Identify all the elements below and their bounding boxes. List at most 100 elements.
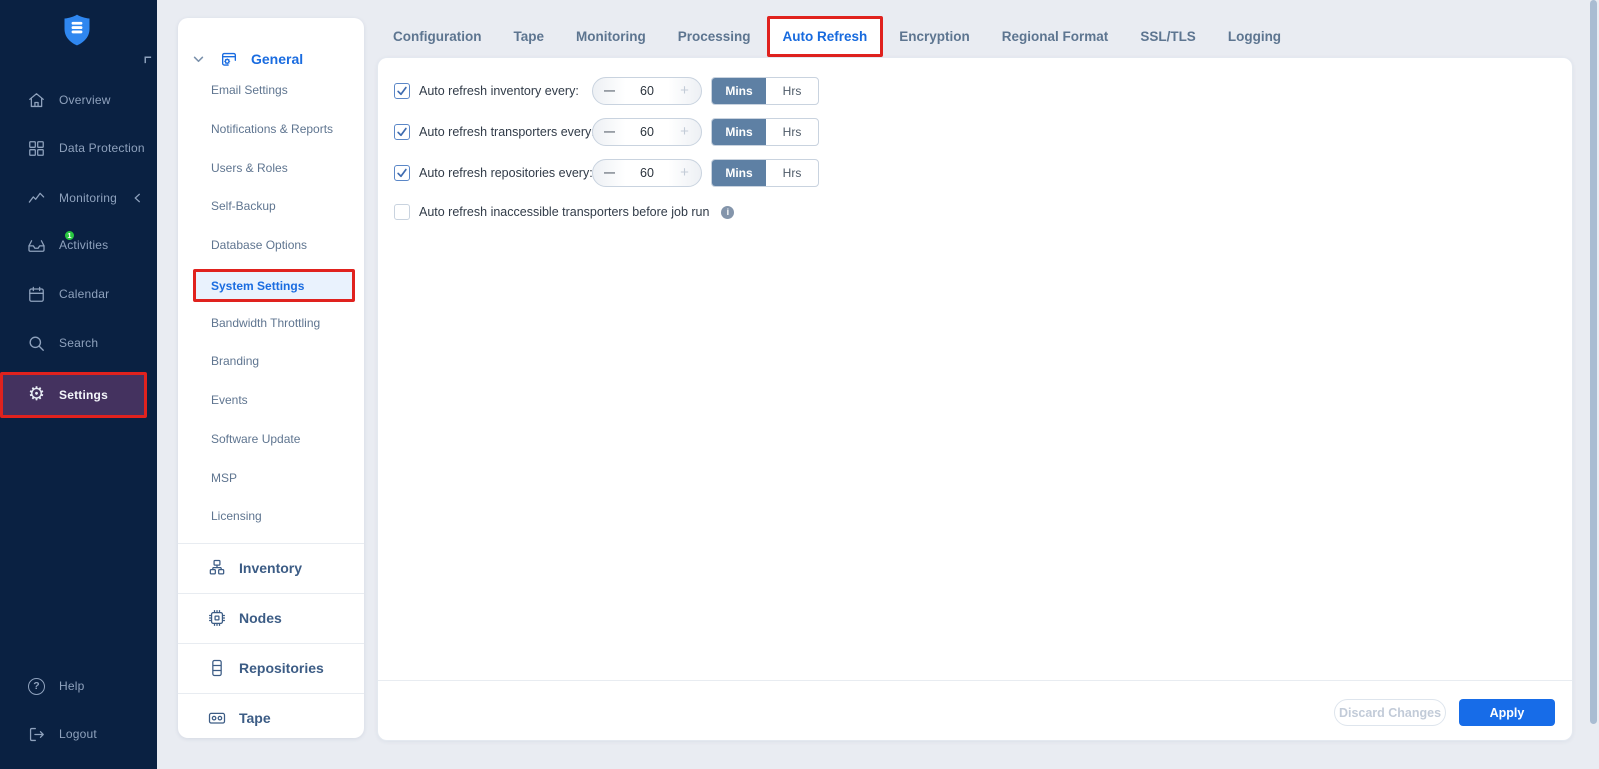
general-settings-icon	[219, 50, 239, 69]
tab-configuration[interactable]: Configuration	[377, 16, 497, 57]
sidebar-item-label: Calendar	[59, 287, 109, 301]
mins-option[interactable]: Mins	[712, 78, 766, 104]
help-icon: ?	[27, 677, 46, 696]
sidebar-item-label: Overview	[59, 93, 111, 107]
sidebar-item-label: Data Protection	[59, 141, 145, 155]
app-root: Overview Data Protection Monitoring	[0, 0, 1599, 769]
transporters-interval-stepper: — +	[592, 118, 702, 146]
nav-section-tape[interactable]: Tape	[207, 700, 271, 736]
inbox-icon: 1	[27, 236, 46, 255]
nav-section-inventory[interactable]: Inventory	[207, 550, 302, 586]
decrement-button[interactable]: —	[593, 78, 626, 104]
cpu-chip-icon	[207, 608, 227, 628]
apply-button[interactable]: Apply	[1459, 699, 1555, 726]
discard-changes-button[interactable]: Discard Changes	[1334, 699, 1446, 726]
increment-button[interactable]: +	[668, 78, 701, 104]
auto-refresh-repositories-row: Auto refresh repositories every: — + Min…	[394, 159, 1552, 187]
settings-tabbar: Configuration Tape Monitoring Processing…	[377, 16, 1297, 57]
auto-refresh-rows: Auto refresh inventory every: — + Mins H…	[394, 77, 1552, 224]
info-icon[interactable]: i	[721, 206, 734, 219]
inventory-interval-stepper: — +	[592, 77, 702, 105]
sidebar-item-settings[interactable]: ⚙ Settings	[0, 372, 147, 418]
grid-icon	[27, 139, 46, 158]
nav-section-nodes[interactable]: Nodes	[207, 600, 282, 636]
inventory-refresh-checkbox[interactable]	[394, 83, 410, 99]
increment-button[interactable]: +	[668, 119, 701, 145]
footer-divider	[378, 680, 1572, 681]
nav-item-events[interactable]: Events	[211, 385, 248, 415]
logout-icon	[27, 725, 46, 744]
nav-section-label: General	[251, 51, 303, 67]
sidebar-collapse-icon[interactable]	[143, 55, 152, 64]
inventory-unit-toggle: Mins Hrs	[711, 77, 819, 105]
nav-section-label: Nodes	[239, 610, 282, 626]
tab-auto-refresh[interactable]: Auto Refresh	[767, 16, 884, 57]
home-icon	[27, 91, 46, 110]
sidebar-item-overview[interactable]: Overview	[0, 76, 157, 124]
hrs-option[interactable]: Hrs	[766, 78, 818, 104]
sidebar-item-logout[interactable]: Logout	[0, 720, 157, 748]
auto-refresh-panel: Auto refresh inventory every: — + Mins H…	[377, 57, 1573, 741]
nav-section-label: Inventory	[239, 560, 302, 576]
storage-stack-icon	[207, 658, 227, 678]
nav-item-bandwidth-throttling[interactable]: Bandwidth Throttling	[211, 308, 320, 338]
divider	[178, 593, 364, 594]
transporters-refresh-checkbox[interactable]	[394, 124, 410, 140]
tab-regional-format[interactable]: Regional Format	[986, 16, 1125, 57]
chevron-down-icon	[193, 56, 204, 63]
sidebar-item-activities[interactable]: 1 Activities	[0, 221, 157, 269]
app-logo-shield-icon	[62, 13, 92, 47]
nav-item-notifications-reports[interactable]: Notifications & Reports	[211, 114, 333, 144]
sidebar-item-help[interactable]: ? Help	[0, 672, 157, 700]
inaccessible-transporters-checkbox[interactable]	[394, 204, 410, 220]
sidebar-item-search[interactable]: Search	[0, 319, 157, 367]
sidebar-item-label: Settings	[59, 388, 108, 402]
nav-item-email-settings[interactable]: Email Settings	[211, 75, 288, 105]
transporters-interval-input[interactable]	[626, 125, 668, 139]
sidebar-item-data-protection[interactable]: Data Protection	[0, 124, 157, 172]
repositories-interval-stepper: — +	[592, 159, 702, 187]
nav-section-general[interactable]: General	[193, 46, 303, 72]
hrs-option[interactable]: Hrs	[766, 119, 818, 145]
row-label: Auto refresh inaccessible transporters b…	[419, 205, 709, 219]
nav-item-software-update[interactable]: Software Update	[211, 424, 300, 454]
hrs-option[interactable]: Hrs	[766, 160, 818, 186]
tab-monitoring[interactable]: Monitoring	[560, 16, 662, 57]
repositories-refresh-checkbox[interactable]	[394, 165, 410, 181]
settings-nav-panel: General Email Settings Notifications & R…	[178, 18, 364, 738]
nav-item-self-backup[interactable]: Self-Backup	[211, 191, 276, 221]
nav-item-system-settings[interactable]: System Settings	[193, 269, 355, 302]
tab-logging[interactable]: Logging	[1212, 16, 1297, 57]
tab-ssl-tls[interactable]: SSL/TLS	[1124, 16, 1212, 57]
activities-badge: 1	[63, 229, 76, 242]
row-label: Auto refresh inventory every:	[419, 84, 579, 98]
inaccessible-transporters-row: Auto refresh inaccessible transporters b…	[394, 200, 1552, 224]
decrement-button[interactable]: —	[593, 119, 626, 145]
mins-option[interactable]: Mins	[712, 160, 766, 186]
nav-item-database-options[interactable]: Database Options	[211, 230, 307, 260]
sidebar-item-label: Search	[59, 336, 98, 350]
nav-item-branding[interactable]: Branding	[211, 346, 259, 376]
search-icon	[27, 334, 46, 353]
pulse-chart-icon	[27, 189, 46, 208]
nav-item-users-roles[interactable]: Users & Roles	[211, 153, 288, 183]
repositories-interval-input[interactable]	[626, 166, 668, 180]
tab-encryption[interactable]: Encryption	[883, 16, 986, 57]
transporters-unit-toggle: Mins Hrs	[711, 118, 819, 146]
sidebar-item-calendar[interactable]: Calendar	[0, 270, 157, 318]
increment-button[interactable]: +	[668, 160, 701, 186]
inventory-interval-input[interactable]	[626, 84, 668, 98]
tab-processing[interactable]: Processing	[662, 16, 767, 57]
auto-refresh-transporters-row: Auto refresh transporters every: — + Min…	[394, 118, 1552, 146]
sidebar-item-label: Help	[59, 679, 84, 693]
decrement-button[interactable]: —	[593, 160, 626, 186]
tab-tape[interactable]: Tape	[497, 16, 560, 57]
nav-section-repositories[interactable]: Repositories	[207, 650, 324, 686]
gear-icon: ⚙	[27, 386, 46, 405]
vertical-scrollbar[interactable]	[1590, 0, 1597, 724]
chevron-left-icon[interactable]	[133, 192, 142, 204]
sidebar-item-monitoring[interactable]: Monitoring	[0, 174, 157, 222]
mins-option[interactable]: Mins	[712, 119, 766, 145]
nav-item-licensing[interactable]: Licensing	[211, 501, 262, 531]
nav-item-msp[interactable]: MSP	[211, 463, 237, 493]
